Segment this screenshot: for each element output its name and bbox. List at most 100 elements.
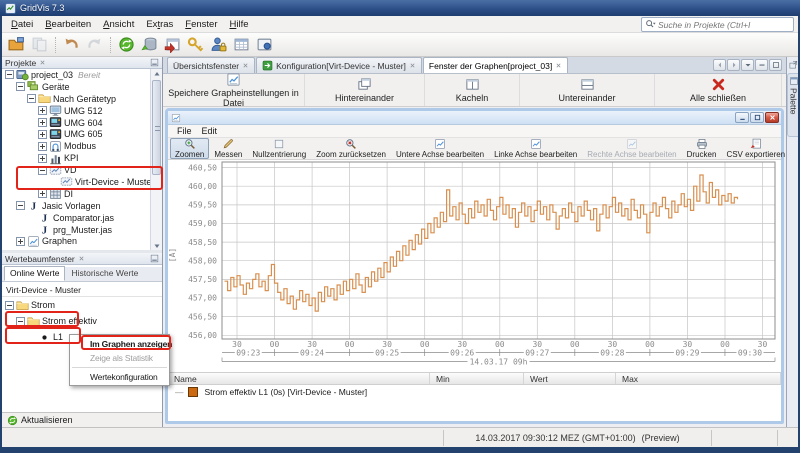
- collapse-icon[interactable]: —: [175, 387, 184, 397]
- csv-exportieren-button[interactable]: CSV exportieren: [721, 138, 790, 159]
- exp-plus-icon[interactable]: [38, 141, 47, 151]
- exp-minus-icon[interactable]: [5, 300, 14, 310]
- float-window-icon[interactable]: [788, 60, 798, 70]
- tree-item-ger-te[interactable]: Geräte: [2, 81, 151, 93]
- menu-file[interactable]: File: [172, 126, 197, 136]
- menu-bearbeiten[interactable]: Bearbeiten: [39, 17, 97, 32]
- untereinander-button[interactable]: Untereinander: [520, 74, 655, 106]
- tree-item-virt-device-muster[interactable]: Virt-Device - Muster: [2, 176, 151, 188]
- exp-minus-icon[interactable]: [5, 70, 14, 80]
- scroll-tabs-right-button[interactable]: [727, 59, 740, 71]
- tree-item-vd[interactable]: VD: [2, 164, 151, 176]
- chart[interactable]: 456,00 456,50 457,00 457,50 458,00 458,50 459,…: [168, 160, 781, 370]
- column-header-max[interactable]: Max: [616, 373, 781, 384]
- tab-list-dropdown-button[interactable]: [741, 59, 754, 71]
- redo-button[interactable]: [84, 34, 105, 55]
- close-tab-icon[interactable]: [409, 62, 416, 69]
- linke-achse-bearbeiten-button[interactable]: Linke Achse bearbeiten: [489, 138, 582, 159]
- column-header-wert[interactable]: Wert: [524, 373, 616, 384]
- tab-online-werte[interactable]: Online Werte: [4, 266, 66, 281]
- user-lock-button[interactable]: [208, 34, 229, 55]
- undo-button[interactable]: [61, 34, 82, 55]
- close-panel-icon[interactable]: [78, 255, 85, 262]
- search-box[interactable]: [641, 17, 794, 32]
- projekte-tree-scrollbar[interactable]: [150, 69, 162, 250]
- menu-extras[interactable]: Extras: [140, 17, 179, 32]
- panel-button[interactable]: [254, 34, 275, 55]
- tree-item-umg-512[interactable]: UMG 512: [2, 105, 151, 117]
- kacheln-button[interactable]: Kacheln: [425, 74, 520, 106]
- tree-item-graphen[interactable]: Graphen: [2, 235, 151, 247]
- menu-ansicht[interactable]: Ansicht: [97, 17, 140, 32]
- scroll-up-icon[interactable]: [152, 69, 162, 78]
- tree-item-umg-605[interactable]: UMG 605: [2, 128, 151, 140]
- close-button[interactable]: [765, 112, 779, 123]
- tree-item-project-03[interactable]: project_03 Bereit: [2, 69, 151, 81]
- minimize-panel-icon[interactable]: [150, 254, 159, 263]
- exp-minus-icon[interactable]: [16, 201, 25, 211]
- tree-item-kpi[interactable]: KPI: [2, 152, 151, 164]
- tree-item-nach-ger-tetyp[interactable]: Nach Gerätetyp: [2, 93, 151, 105]
- alle-schlie-en-button[interactable]: Alle schließen: [655, 74, 782, 106]
- exp-plus-icon[interactable]: [38, 118, 47, 127]
- tree-item-comparator-jas[interactable]: J Comparator.jas: [2, 212, 151, 225]
- maximize-group-button[interactable]: [769, 59, 782, 71]
- value-tree-item-strom-effektiv[interactable]: Strom effektiv: [2, 313, 162, 329]
- untere-achse-bearbeiten-button[interactable]: Untere Achse bearbeiten: [391, 138, 489, 159]
- nullzentrierung-button[interactable]: Nullzentrierung: [247, 138, 311, 159]
- minimize-group-button[interactable]: [755, 59, 768, 71]
- exp-minus-icon[interactable]: [16, 316, 25, 326]
- legend-row[interactable]: — Strom effektiv L1 (0s) [Virt-Device - M…: [168, 385, 781, 398]
- exp-minus-icon[interactable]: [27, 94, 36, 104]
- db-sync-button[interactable]: [139, 34, 160, 55]
- scroll-tabs-left-button[interactable]: [713, 59, 726, 71]
- hintereinander-button[interactable]: Hintereinander: [305, 74, 425, 106]
- exp-minus-icon[interactable]: [38, 165, 47, 175]
- menu-datei[interactable]: Datei: [5, 17, 39, 32]
- exp-plus-icon[interactable]: [38, 189, 47, 199]
- table-button[interactable]: [231, 34, 252, 55]
- menu-item-wertekonfiguration[interactable]: Wertekonfiguration: [70, 370, 169, 384]
- drucken-button[interactable]: Drucken: [682, 138, 722, 159]
- tab-historische-werte[interactable]: Historische Werte: [65, 266, 144, 281]
- column-header-name[interactable]: Name: [168, 373, 430, 384]
- speichere-grapheinstellungen-in-datei-button[interactable]: Speichere Grapheinstellungen in Datei: [163, 73, 305, 108]
- close-tab-icon[interactable]: [555, 62, 562, 69]
- rechte-achse-bearbeiten-button[interactable]: Rechte Achse bearbeiten: [582, 138, 681, 159]
- scrollbar-thumb[interactable]: [152, 80, 161, 175]
- menu-item-im-graphen-anzeigen[interactable]: Im Graphen anzeigen: [70, 337, 172, 351]
- tree-item-di[interactable]: DI: [2, 188, 151, 200]
- tab-konfiguration-virt-device-muster[interactable]: Konfiguration[Virt-Device - Muster]: [256, 57, 422, 73]
- menu-item-zeige-als-statistik[interactable]: Zeige als Statistik: [70, 351, 169, 365]
- close-tab-icon[interactable]: [242, 62, 249, 69]
- scroll-down-icon[interactable]: [152, 241, 162, 250]
- column-header-min[interactable]: Min: [430, 373, 524, 384]
- tree-item-umg-604[interactable]: UMG 604: [2, 117, 151, 129]
- exp-minus-icon[interactable]: [16, 82, 25, 92]
- aktualisieren-button[interactable]: Aktualisieren: [2, 412, 162, 427]
- copy-button[interactable]: [29, 34, 50, 55]
- menu-hilfe[interactable]: Hilfe: [224, 17, 255, 32]
- messen-button[interactable]: Messen: [209, 138, 247, 159]
- exp-plus-icon[interactable]: [38, 106, 47, 116]
- close-panel-icon[interactable]: [39, 59, 46, 66]
- maximize-button[interactable]: [750, 112, 764, 123]
- zoom-zur-cksetzen-button[interactable]: Zoom zurücksetzen: [311, 138, 391, 159]
- exp-plus-icon[interactable]: [38, 153, 47, 163]
- tree-item-modbus[interactable]: Modbus: [2, 140, 151, 152]
- tree-item-jasic-vorlagen[interactable]: J Jasic Vorlagen: [2, 200, 151, 212]
- minimize-panel-icon[interactable]: [150, 58, 159, 67]
- zoomen-button[interactable]: Zoomen: [170, 138, 210, 159]
- exp-plus-icon[interactable]: [16, 236, 25, 246]
- value-tree-item-strom[interactable]: Strom: [2, 297, 162, 313]
- tab-bersichtsfenster[interactable]: Übersichtsfenster: [167, 57, 256, 73]
- key-button[interactable]: [185, 34, 206, 55]
- exp-plus-icon[interactable]: [38, 129, 47, 139]
- refresh-button[interactable]: [116, 34, 137, 55]
- search-input[interactable]: [658, 19, 776, 30]
- minimize-button[interactable]: [735, 112, 749, 123]
- tree-item-prg-muster-jas[interactable]: Jprg_Muster.jas: [2, 224, 151, 237]
- open-project-button[interactable]: [6, 34, 27, 55]
- menu-fenster[interactable]: Fenster: [179, 17, 223, 32]
- menu-edit[interactable]: Edit: [197, 126, 223, 136]
